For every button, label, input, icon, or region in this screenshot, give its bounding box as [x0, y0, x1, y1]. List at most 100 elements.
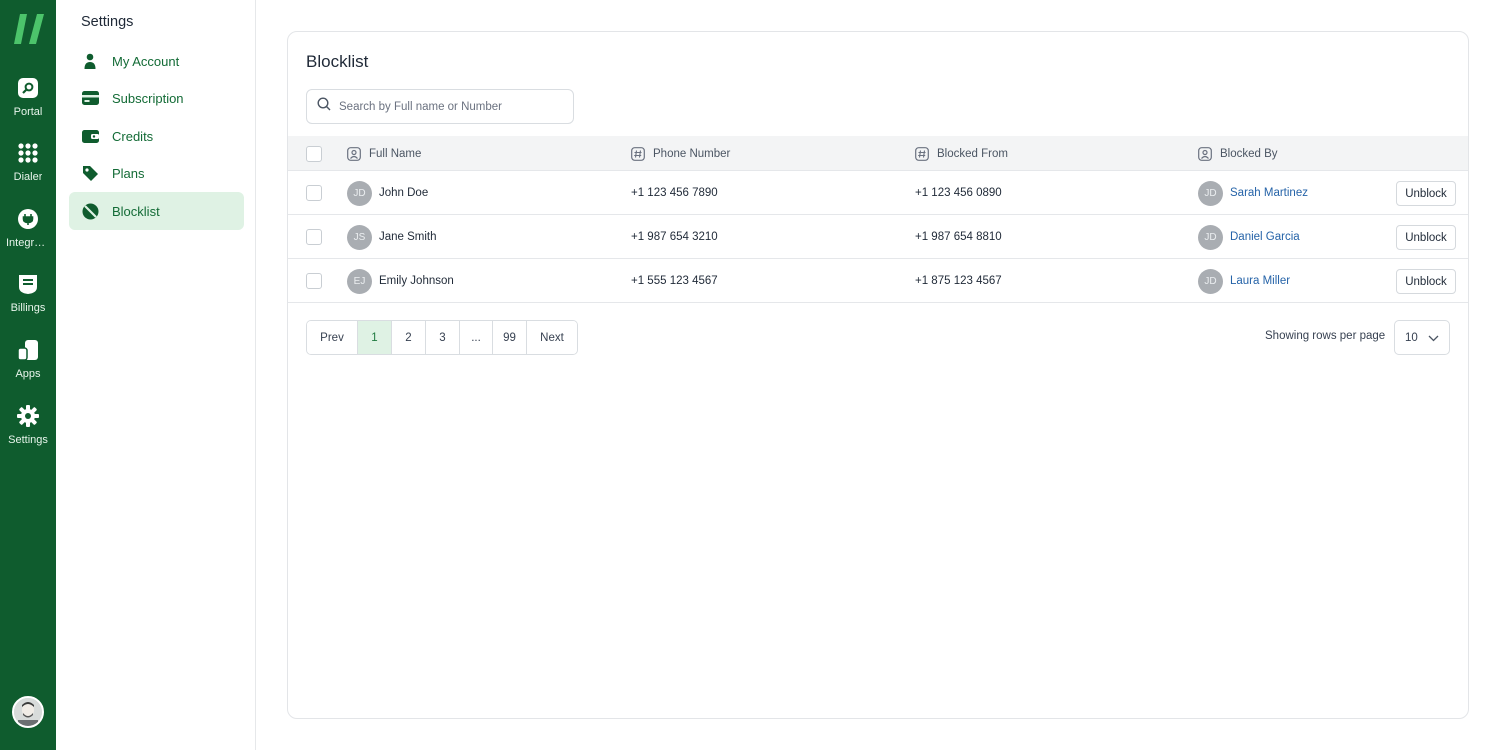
blocked-by-cell: JD Laura Miller: [1198, 259, 1290, 303]
sidebar-title: Settings: [81, 14, 134, 30]
rail-item-label: Integrations: [6, 237, 50, 249]
table-header: Full Name Phone Number Blocked From Bloc…: [288, 136, 1468, 171]
page-ellipsis: ...: [460, 321, 493, 354]
rail-item-apps[interactable]: Apps: [0, 338, 56, 394]
phone-number: +1 123 456 7890: [631, 187, 718, 199]
phone-number: +1 987 654 3210: [631, 231, 718, 243]
page-button-99[interactable]: 99: [493, 321, 527, 354]
settings-sidebar: Settings My Account Subscription Credits…: [56, 0, 256, 750]
hash-icon: [915, 146, 929, 161]
user-icon: [81, 52, 99, 70]
sidebar-item-label: My Account: [112, 53, 180, 69]
rail-item-label: Billings: [10, 302, 46, 314]
row-checkbox[interactable]: [306, 229, 322, 245]
column-blocked-by[interactable]: Blocked By: [1198, 136, 1278, 171]
user-avatar[interactable]: [12, 696, 44, 728]
column-label: Blocked From: [937, 147, 1008, 160]
column-label: Phone Number: [653, 147, 731, 160]
sidebar-item-label: Credits: [112, 128, 154, 144]
avatar: EJ: [347, 268, 372, 294]
blocked-by-link[interactable]: Sarah Martinez: [1230, 187, 1308, 199]
blocklist-card: Blocklist Full Name Phone Number Blocked…: [287, 31, 1469, 719]
sidebar-item-label: Subscription: [112, 90, 184, 106]
sidebar-item-subscription[interactable]: Subscription: [69, 79, 244, 117]
chevron-down-icon: [1428, 333, 1439, 345]
avatar: JD: [1198, 268, 1223, 294]
avatar: JD: [1198, 224, 1223, 250]
rail-item-label: Portal: [13, 106, 43, 118]
unblock-button[interactable]: Unblock: [1396, 225, 1456, 250]
rows-per-page-label: Showing rows per page: [1265, 330, 1386, 342]
table-row: JD John Doe +1 123 456 7890 +1 123 456 0…: [288, 171, 1468, 215]
billing-icon: [16, 272, 40, 296]
full-name: Emily Johnson: [379, 275, 454, 287]
blocked-from: +1 123 456 0890: [915, 187, 1002, 199]
portal-icon: [16, 76, 40, 100]
select-all-checkbox[interactable]: [306, 146, 322, 162]
avatar: JD: [1198, 180, 1223, 206]
card-icon: [81, 89, 99, 107]
blocked-by-cell: JD Daniel Garcia: [1198, 215, 1300, 259]
left-rail: Portal Dialer Integrations Billings Apps: [0, 0, 56, 750]
full-name-cell: EJ Emily Johnson: [347, 259, 454, 303]
rows-per-page-value: 10: [1405, 331, 1418, 344]
unblock-button[interactable]: Unblock: [1396, 269, 1456, 294]
pagination: Prev 1 2 3 ... 99 Next: [306, 320, 578, 355]
full-name: Jane Smith: [379, 231, 437, 243]
full-name-cell: JD John Doe: [347, 171, 428, 215]
search-box[interactable]: [306, 89, 574, 124]
apps-icon: [16, 338, 40, 362]
wallet-icon: [81, 127, 99, 145]
table-row: JS Jane Smith +1 987 654 3210 +1 987 654…: [288, 215, 1468, 259]
column-blocked-from[interactable]: Blocked From: [915, 136, 1008, 171]
hash-icon: [631, 146, 645, 161]
sidebar-item-blocklist[interactable]: Blocklist: [69, 192, 244, 230]
page-button-3[interactable]: 3: [426, 321, 460, 354]
unblock-button[interactable]: Unblock: [1396, 181, 1456, 206]
brand-logo-icon[interactable]: [12, 12, 46, 46]
gear-icon: [16, 404, 40, 428]
rail-item-portal[interactable]: Portal: [0, 76, 56, 132]
sidebar-item-label: Plans: [112, 165, 145, 181]
sidebar-item-label: Blocklist: [112, 203, 160, 219]
prev-page-button[interactable]: Prev: [307, 321, 358, 354]
table-row: EJ Emily Johnson +1 555 123 4567 +1 875 …: [288, 259, 1468, 303]
page-button-1[interactable]: 1: [358, 321, 392, 354]
full-name-cell: JS Jane Smith: [347, 215, 437, 259]
sidebar-item-my-account[interactable]: My Account: [69, 42, 244, 80]
rail-item-dialer[interactable]: Dialer: [0, 141, 56, 197]
avatar: JD: [347, 180, 372, 206]
search-input[interactable]: [339, 100, 559, 113]
phone-number: +1 555 123 4567: [631, 275, 718, 287]
blocked-by-link[interactable]: Daniel Garcia: [1230, 231, 1300, 243]
column-label: Full Name: [369, 147, 422, 160]
column-phone-number[interactable]: Phone Number: [631, 136, 730, 171]
next-page-button[interactable]: Next: [527, 321, 577, 354]
rail-item-label: Apps: [15, 368, 41, 380]
full-name: John Doe: [379, 187, 429, 199]
user-square-icon: [347, 146, 361, 161]
rail-item-label: Settings: [8, 434, 48, 446]
rail-item-settings[interactable]: Settings: [0, 404, 56, 460]
sidebar-item-credits[interactable]: Credits: [69, 117, 244, 155]
rail-item-label: Dialer: [13, 171, 43, 183]
page-button-2[interactable]: 2: [392, 321, 426, 354]
search-icon: [317, 97, 331, 116]
row-checkbox[interactable]: [306, 185, 322, 201]
dialer-grid-icon: [16, 141, 40, 165]
rows-per-page-select[interactable]: 10: [1394, 320, 1450, 355]
rail-item-integrations[interactable]: Integrations: [0, 207, 56, 263]
blocked-from: +1 987 654 8810: [915, 231, 1002, 243]
column-full-name[interactable]: Full Name: [347, 136, 421, 171]
user-square-icon: [1198, 146, 1212, 161]
integrations-plug-icon: [16, 207, 40, 231]
row-checkbox[interactable]: [306, 273, 322, 289]
avatar: JS: [347, 224, 372, 250]
blocked-by-cell: JD Sarah Martinez: [1198, 171, 1308, 215]
tag-icon: [81, 164, 99, 182]
blocked-by-link[interactable]: Laura Miller: [1230, 275, 1290, 287]
rail-item-billings[interactable]: Billings: [0, 272, 56, 328]
sidebar-item-plans[interactable]: Plans: [69, 154, 244, 192]
blocked-from: +1 875 123 4567: [915, 275, 1002, 287]
block-icon: [81, 202, 99, 220]
